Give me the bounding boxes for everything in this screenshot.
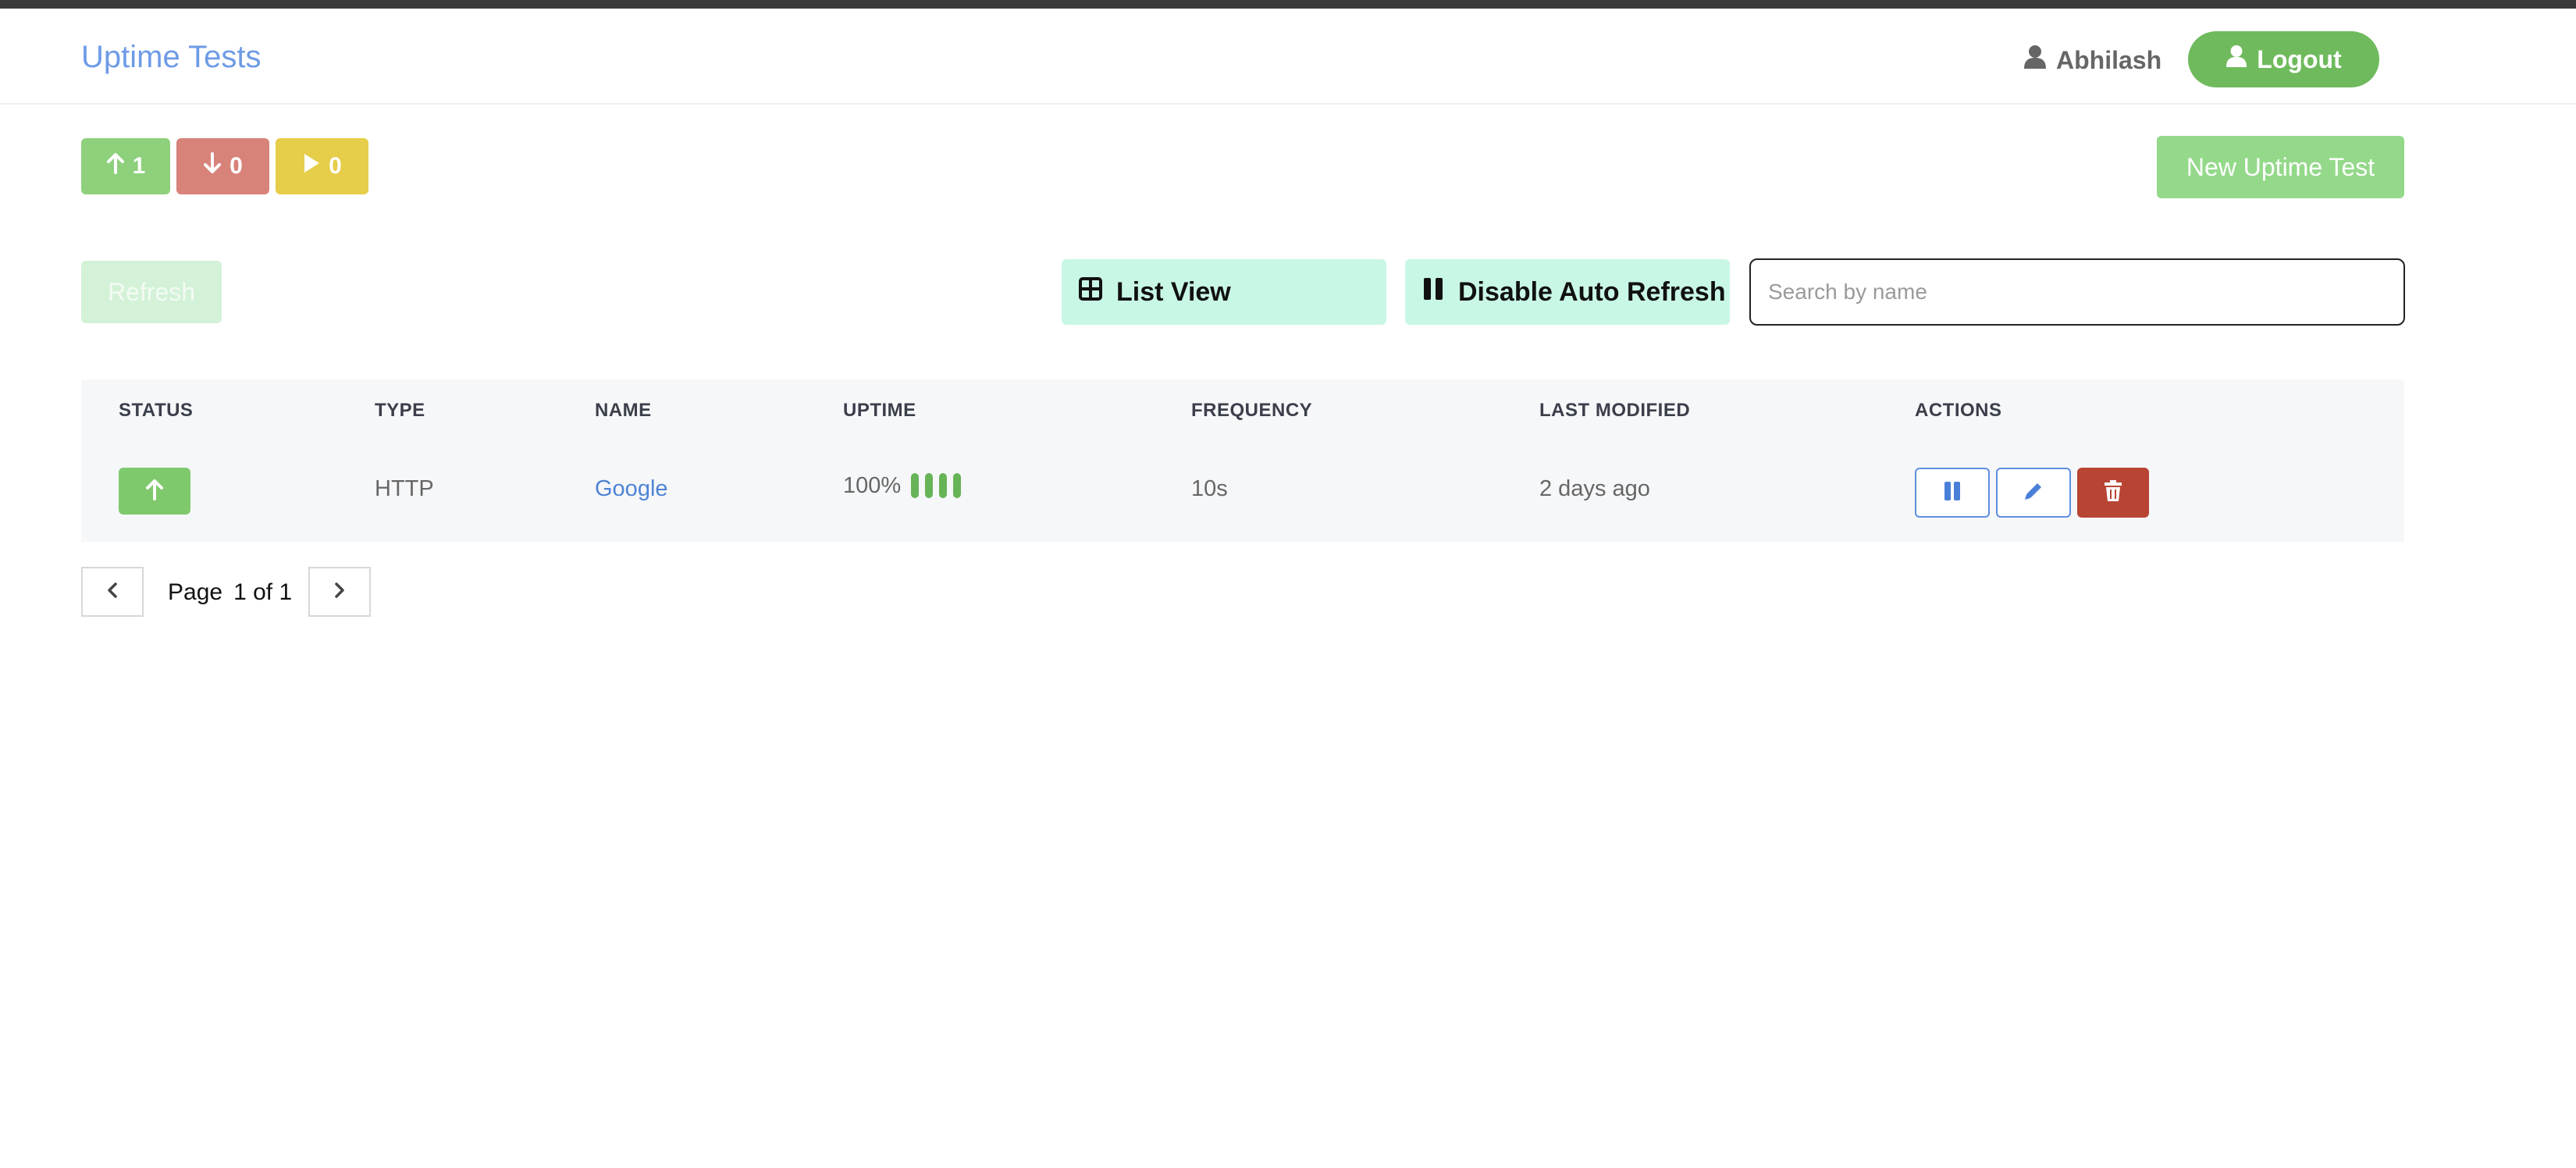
row-frequency: 10s [1191,476,1228,501]
column-header-frequency[interactable]: FREQUENCY [1191,400,1312,422]
edit-test-button[interactable] [1996,468,2071,518]
user-menu[interactable]: Abhilash [2023,45,2161,76]
page-value: 1 of 1 [233,579,293,605]
search-input[interactable] [1768,280,2403,304]
table-row: HTTP Google 100% 10s 2 days ago [81,442,2404,542]
column-header-uptime[interactable]: UPTIME [843,400,916,422]
row-name-link[interactable]: Google [595,476,668,502]
uptime-history-bars [911,473,961,498]
column-header-status[interactable]: STATUS [119,400,193,422]
uptime-tests-table: STATUS TYPE NAME UPTIME FREQUENCY LAST M… [81,379,2404,542]
uptime-bar [911,473,919,498]
column-header-last-modified[interactable]: LAST MODIFIED [1539,400,1690,422]
column-header-name[interactable]: NAME [595,400,652,422]
row-last-modified: 2 days ago [1539,476,1650,501]
refresh-button[interactable]: Refresh [81,261,222,323]
column-header-type[interactable]: TYPE [375,400,425,422]
new-uptime-test-button[interactable]: New Uptime Test [2157,136,2404,198]
row-uptime-percent: 100% [843,473,902,498]
page-label: Page [168,579,223,605]
up-count: 1 [132,153,146,179]
disable-auto-refresh-button[interactable]: Disable Auto Refresh [1405,259,1730,325]
user-name-label: Abhilash [2056,45,2162,74]
auto-refresh-label: Disable Auto Refresh [1458,276,1726,307]
uptime-bar [939,473,947,498]
next-page-button[interactable] [308,567,371,617]
arrow-up-icon [106,152,125,180]
top-navbar: Uptime Tests Abhilash Logout [0,9,2576,105]
pencil-icon [2023,480,2044,506]
pause-test-button[interactable] [1915,468,1990,518]
row-type: HTTP [375,476,434,501]
uptime-bar [953,473,961,498]
app-title[interactable]: Uptime Tests [81,40,261,75]
pause-icon [1943,481,1962,505]
running-count-badge[interactable]: 0 [276,138,368,194]
down-count: 0 [229,153,243,179]
pause-icon [1422,277,1444,308]
uptime-bar [925,473,933,498]
column-header-actions: ACTIONS [1915,400,2002,421]
user-icon [2226,45,2247,74]
grid-icon [1079,276,1102,308]
list-view-button[interactable]: List View [1062,259,1386,325]
down-count-badge[interactable]: 0 [176,138,269,194]
previous-page-button[interactable] [81,567,144,617]
search-box[interactable] [1749,258,2405,326]
chevron-left-icon [106,582,119,603]
chevron-right-icon [333,582,346,603]
logout-label: Logout [2257,45,2342,73]
running-count: 0 [329,153,342,179]
logout-button[interactable]: Logout [2188,31,2379,87]
user-icon [2023,45,2047,76]
arrow-down-icon [203,152,222,180]
play-icon [302,152,321,180]
delete-test-button[interactable] [2077,468,2149,518]
list-view-label: List View [1116,276,1231,307]
arrow-up-icon [145,479,164,504]
page-indicator: Page 1 of 1 [168,579,292,606]
up-count-badge[interactable]: 1 [81,138,170,194]
status-up-button[interactable] [119,468,190,515]
trash-icon [2104,479,2122,506]
window-top-strip [0,0,2576,9]
